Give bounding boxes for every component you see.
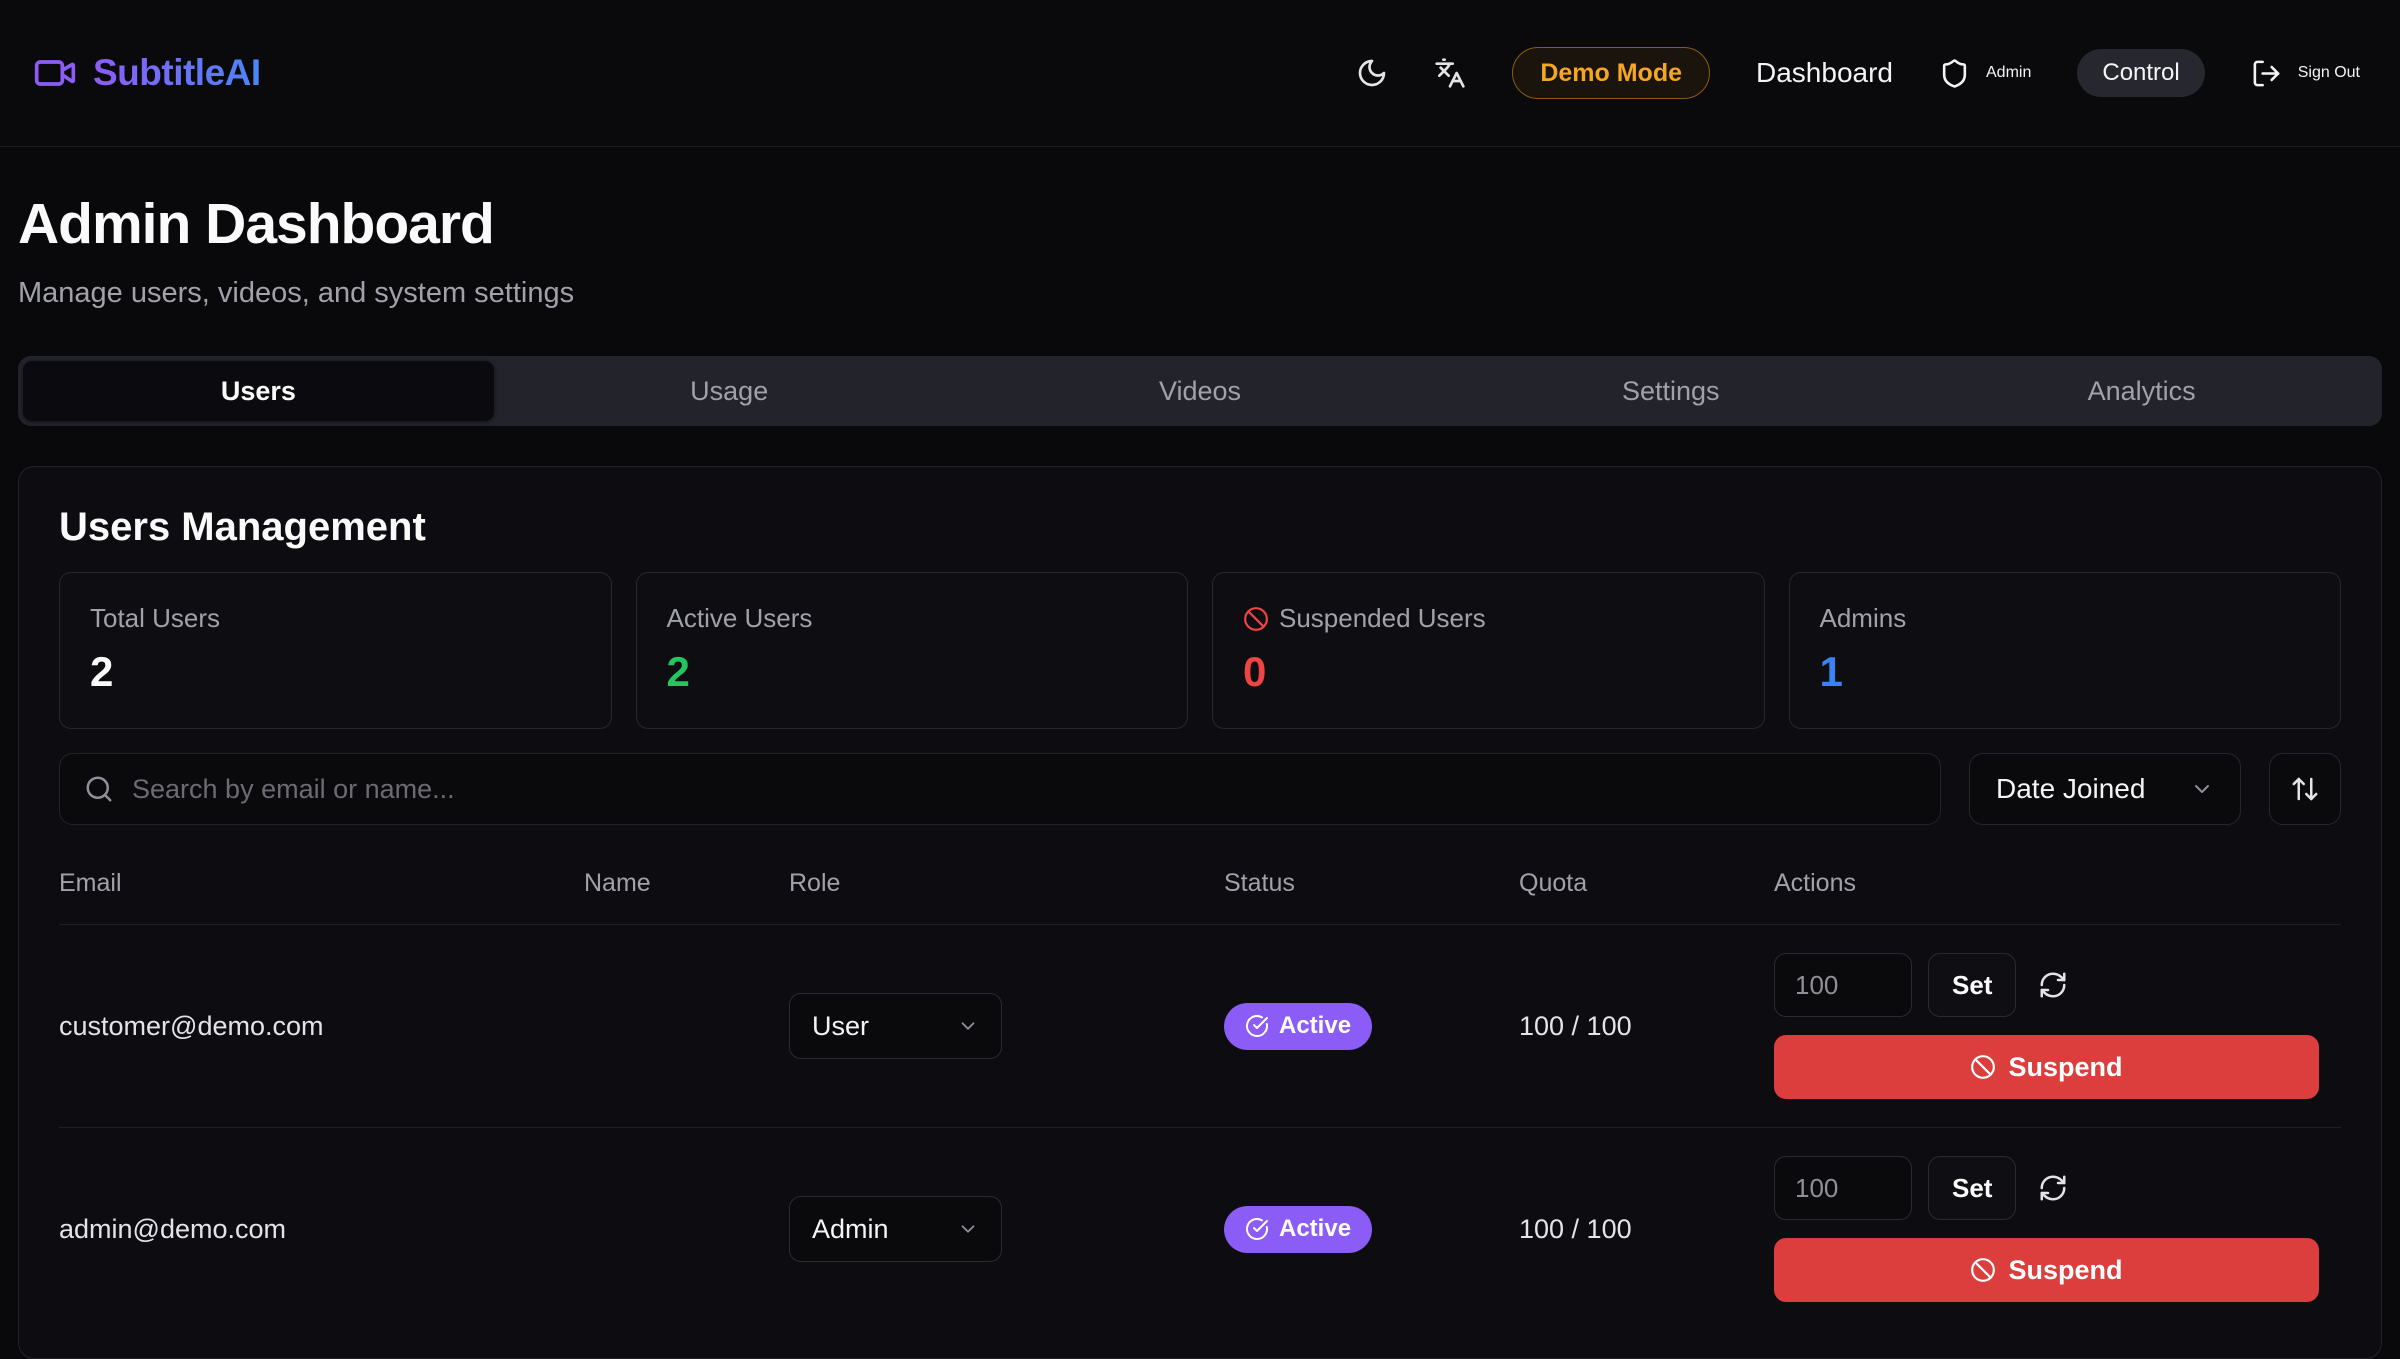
stat-suspended-users: Suspended Users 0 — [1212, 572, 1765, 729]
tab-videos[interactable]: Videos — [965, 361, 1436, 421]
users-management-panel: Users Management Total Users 2 Active Us… — [18, 466, 2382, 1359]
logout-icon — [2251, 58, 2282, 89]
brand-name: SubtitleAI — [93, 52, 261, 94]
theme-toggle-button[interactable] — [1356, 57, 1388, 89]
role-value: Admin — [812, 1214, 889, 1245]
col-header-quota: Quota — [1519, 869, 1774, 898]
tab-bar: Users Usage Videos Settings Analytics — [18, 356, 2382, 426]
video-icon — [33, 51, 77, 95]
refresh-icon — [2038, 970, 2068, 1000]
quota-input[interactable] — [1774, 953, 1912, 1017]
language-button[interactable] — [1434, 57, 1466, 89]
stat-active-users: Active Users 2 — [636, 572, 1189, 729]
ban-icon — [1970, 1054, 1996, 1080]
languages-icon — [1434, 57, 1466, 89]
table-header-row: Email Name Role Status Quota Actions — [59, 869, 2341, 925]
set-quota-button[interactable]: Set — [1928, 953, 2016, 1017]
actions-cell: Set — [1774, 1156, 2341, 1302]
col-header-actions: Actions — [1774, 869, 2341, 898]
stats-row: Total Users 2 Active Users 2 Suspended U… — [59, 572, 2341, 729]
chevron-down-icon — [957, 1218, 979, 1240]
actions-cell: Set — [1774, 953, 2341, 1099]
admin-label: Admin — [1986, 64, 2031, 82]
stat-label: Admins — [1820, 603, 2311, 634]
quota-value: 100 / 100 — [1519, 1214, 1774, 1245]
stat-label: Suspended Users — [1243, 603, 1734, 634]
chevron-down-icon — [957, 1015, 979, 1037]
suspend-button[interactable]: Suspend — [1774, 1238, 2319, 1302]
suspend-label: Suspend — [2008, 1052, 2122, 1083]
table-row: customer@demo.com User — [59, 925, 2341, 1128]
col-header-name: Name — [584, 869, 789, 898]
stat-value: 2 — [667, 648, 1158, 696]
suspend-label: Suspend — [2008, 1255, 2122, 1286]
sort-arrows-icon — [2290, 774, 2320, 804]
tab-usage[interactable]: Usage — [494, 361, 965, 421]
search-box — [59, 753, 1941, 825]
table-row: admin@demo.com Admin — [59, 1128, 2341, 1330]
quota-value: 100 / 100 — [1519, 1011, 1774, 1042]
stat-label-text: Suspended Users — [1279, 603, 1486, 634]
quota-controls: Set — [1774, 1156, 2319, 1220]
shield-icon — [1939, 58, 1970, 89]
sort-direction-button[interactable] — [2269, 753, 2341, 825]
tab-users[interactable]: Users — [23, 361, 494, 421]
refresh-quota-button[interactable] — [2032, 970, 2068, 1000]
role-select[interactable]: User — [789, 993, 1002, 1059]
status-badge: Active — [1224, 1003, 1372, 1050]
stat-label: Active Users — [667, 603, 1158, 634]
sign-out-button[interactable]: Sign Out — [2251, 58, 2360, 89]
filter-row: Date Joined — [59, 753, 2341, 825]
user-email: admin@demo.com — [59, 1214, 584, 1245]
tab-settings[interactable]: Settings — [1435, 361, 1906, 421]
main-content: Admin Dashboard Manage users, videos, an… — [0, 191, 2400, 1359]
refresh-icon — [2038, 1173, 2068, 1203]
stat-value: 2 — [90, 648, 581, 696]
control-button[interactable]: Control — [2077, 49, 2204, 97]
top-navbar: SubtitleAI Demo Mode Dashboard — [0, 0, 2400, 147]
role-value: User — [812, 1011, 869, 1042]
moon-icon — [1356, 57, 1388, 89]
role-select[interactable]: Admin — [789, 1196, 1002, 1262]
sort-field-select[interactable]: Date Joined — [1969, 753, 2241, 825]
status-badge: Active — [1224, 1206, 1372, 1253]
stat-value: 1 — [1820, 648, 2311, 696]
search-input[interactable] — [132, 774, 1916, 805]
tab-analytics[interactable]: Analytics — [1906, 361, 2377, 421]
ban-icon — [1970, 1257, 1996, 1283]
sign-out-label: Sign Out — [2298, 64, 2360, 82]
check-circle-icon — [1245, 1014, 1269, 1038]
set-quota-button[interactable]: Set — [1928, 1156, 2016, 1220]
status-label: Active — [1279, 1215, 1351, 1243]
page-subtitle: Manage users, videos, and system setting… — [18, 277, 2382, 310]
col-header-role: Role — [789, 869, 1224, 898]
page-title: Admin Dashboard — [18, 191, 2382, 257]
refresh-quota-button[interactable] — [2032, 1173, 2068, 1203]
stat-admins: Admins 1 — [1789, 572, 2342, 729]
ban-icon — [1243, 606, 1269, 632]
col-header-email: Email — [59, 869, 584, 898]
admin-indicator: Admin — [1939, 58, 2031, 89]
sort-field-value: Date Joined — [1996, 773, 2145, 805]
col-header-status: Status — [1224, 869, 1519, 898]
brand-logo[interactable]: SubtitleAI — [33, 51, 261, 95]
users-table: Email Name Role Status Quota Actions cus… — [59, 869, 2341, 1330]
quota-controls: Set — [1774, 953, 2319, 1017]
stat-value: 0 — [1243, 648, 1734, 696]
navbar-actions: Demo Mode Dashboard Admin Control Sign O… — [1356, 47, 2360, 99]
stat-total-users: Total Users 2 — [59, 572, 612, 729]
stat-label: Total Users — [90, 603, 581, 634]
suspend-button[interactable]: Suspend — [1774, 1035, 2319, 1099]
demo-mode-badge: Demo Mode — [1512, 47, 1710, 99]
search-icon — [84, 774, 114, 804]
status-label: Active — [1279, 1012, 1351, 1040]
user-email: customer@demo.com — [59, 1011, 584, 1042]
panel-title: Users Management — [59, 505, 2341, 550]
nav-link-dashboard[interactable]: Dashboard — [1756, 57, 1893, 89]
check-circle-icon — [1245, 1217, 1269, 1241]
quota-input[interactable] — [1774, 1156, 1912, 1220]
chevron-down-icon — [2190, 777, 2214, 801]
